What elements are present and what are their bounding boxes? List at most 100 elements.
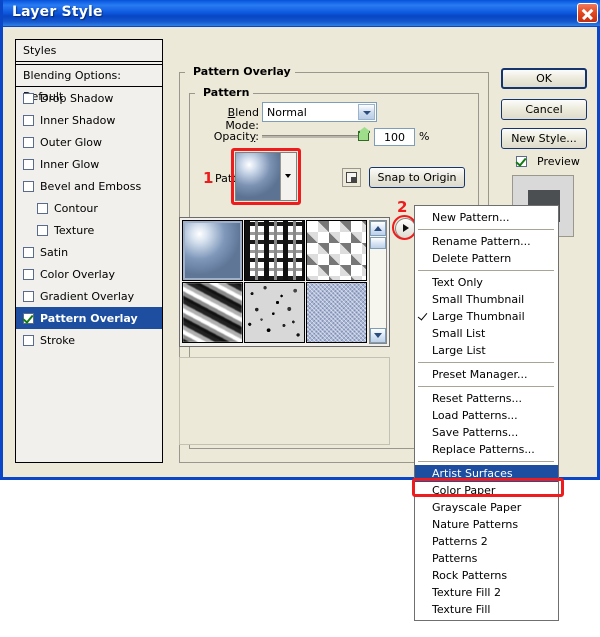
- menu-item-rock-patterns[interactable]: Rock Patterns: [415, 567, 558, 584]
- preview-checkbox[interactable]: [516, 156, 527, 167]
- sidebar-item-inner-shadow[interactable]: Inner Shadow: [16, 109, 162, 131]
- sidebar-item-stroke[interactable]: Stroke: [16, 329, 162, 351]
- menu-item-label: Rock Patterns: [432, 569, 507, 582]
- menu-item-label: Small List: [432, 327, 485, 340]
- menu-item-preset-manager[interactable]: Preset Manager...: [415, 366, 558, 383]
- style-checkbox[interactable]: [23, 115, 34, 126]
- weave-pattern[interactable]: [244, 220, 305, 281]
- sidebar-item-label: Bevel and Emboss: [40, 176, 141, 197]
- window-title: Layer Style: [12, 4, 103, 20]
- chevron-down-icon[interactable]: [358, 104, 375, 120]
- menu-item-label: Text Only: [432, 276, 483, 289]
- menu-item-small-thumbnail[interactable]: Small Thumbnail: [415, 291, 558, 308]
- new-style-button[interactable]: New Style...: [501, 128, 587, 149]
- sidebar-item-texture[interactable]: Texture: [16, 219, 162, 241]
- sidebar-item-bevel-and-emboss[interactable]: Bevel and Emboss: [16, 175, 162, 197]
- sidebar-item-contour[interactable]: Contour: [16, 197, 162, 219]
- menu-item-label: Preset Manager...: [432, 368, 528, 381]
- menu-separator: [418, 229, 554, 230]
- menu-item-large-list[interactable]: Large List: [415, 342, 558, 359]
- close-icon[interactable]: [577, 3, 598, 23]
- blend-mode-label: Blend Mode:: [193, 106, 259, 132]
- sidebar-item-inner-glow[interactable]: Inner Glow: [16, 153, 162, 175]
- link-to-origin-icon[interactable]: [342, 168, 361, 187]
- wave-pattern[interactable]: [182, 282, 243, 343]
- menu-item-delete-pattern[interactable]: Delete Pattern: [415, 250, 558, 267]
- menu-item-nature-patterns[interactable]: Nature Patterns: [415, 516, 558, 533]
- group-line-left: [179, 72, 185, 73]
- menu-item-artist-surfaces[interactable]: Artist Surfaces: [415, 465, 558, 482]
- menu-item-label: Save Patterns...: [432, 426, 518, 439]
- pattern-swatch-picker[interactable]: [235, 152, 297, 201]
- style-checkbox[interactable]: [23, 137, 34, 148]
- style-checkbox[interactable]: [37, 225, 48, 236]
- sidebar-item-label: Pattern Overlay: [40, 308, 138, 329]
- denim-pattern[interactable]: [306, 282, 367, 343]
- grain-pattern[interactable]: [244, 282, 305, 343]
- sidebar-item-gradient-overlay[interactable]: Gradient Overlay: [16, 285, 162, 307]
- opacity-slider-track[interactable]: [262, 135, 365, 138]
- chevron-down-icon[interactable]: [280, 153, 296, 200]
- sidebar-item-satin[interactable]: Satin: [16, 241, 162, 263]
- opacity-input[interactable]: [374, 128, 415, 146]
- style-checkbox[interactable]: [23, 159, 34, 170]
- blend-mode-select[interactable]: Normal: [262, 102, 377, 122]
- pattern-subgroup-title: Pattern: [199, 86, 253, 99]
- right-triangle-icon[interactable]: [395, 218, 416, 239]
- style-checkbox[interactable]: [23, 247, 34, 258]
- styles-items-container: Drop ShadowInner ShadowOuter GlowInner G…: [16, 87, 162, 351]
- snap-to-origin-button[interactable]: Snap to Origin: [369, 167, 465, 188]
- menu-item-label: Grayscale Paper: [432, 501, 521, 514]
- sidebar-item-color-overlay[interactable]: Color Overlay: [16, 263, 162, 285]
- swatch-scrollbar[interactable]: [369, 220, 387, 344]
- menu-item-save-patterns[interactable]: Save Patterns...: [415, 424, 558, 441]
- menu-item-label: Rename Pattern...: [432, 235, 531, 248]
- menu-item-color-paper[interactable]: Color Paper: [415, 482, 558, 499]
- style-checkbox[interactable]: [37, 203, 48, 214]
- menu-item-texture-fill[interactable]: Texture Fill: [415, 601, 558, 618]
- menu-item-load-patterns[interactable]: Load Patterns...: [415, 407, 558, 424]
- scrollbar-thumb[interactable]: [370, 237, 386, 249]
- subgroup-line-right: [251, 93, 479, 94]
- menu-item-grayscale-paper[interactable]: Grayscale Paper: [415, 499, 558, 516]
- selected-pattern-thumbnail: [236, 153, 280, 200]
- style-checkbox[interactable]: [23, 269, 34, 280]
- scroll-down-icon[interactable]: [370, 328, 386, 343]
- annotation-marker-1: 1: [203, 169, 213, 187]
- menu-separator: [418, 362, 554, 363]
- checker-pattern[interactable]: [306, 220, 367, 281]
- blend-mode-value: Normal: [267, 106, 307, 119]
- sidebar-item-label: Contour: [54, 198, 98, 219]
- opacity-label: Opacity:: [193, 130, 259, 143]
- style-checkbox[interactable]: [23, 291, 34, 302]
- cancel-button[interactable]: Cancel: [501, 99, 587, 120]
- menu-item-small-list[interactable]: Small List: [415, 325, 558, 342]
- style-checkbox[interactable]: [23, 313, 34, 324]
- checker-pattern-thumbnail: [307, 221, 366, 280]
- sidebar-item-outer-glow[interactable]: Outer Glow: [16, 131, 162, 153]
- menu-item-patterns-2[interactable]: Patterns 2: [415, 533, 558, 550]
- menu-item-large-thumbnail[interactable]: Large Thumbnail: [415, 308, 558, 325]
- style-checkbox[interactable]: [23, 93, 34, 104]
- bubbles-pattern[interactable]: [182, 220, 243, 281]
- pattern-flyout-menu: New Pattern... Rename Pattern... Delete Pa…: [414, 205, 559, 621]
- menu-item-patterns[interactable]: Patterns: [415, 550, 558, 567]
- menu-item-reset-patterns[interactable]: Reset Patterns...: [415, 390, 558, 407]
- menu-item-new-pattern[interactable]: New Pattern...: [415, 209, 558, 226]
- ok-button[interactable]: OK: [501, 68, 587, 89]
- style-checkbox[interactable]: [23, 335, 34, 346]
- preview-checkbox-row[interactable]: Preview: [516, 155, 580, 168]
- menu-item-replace-patterns[interactable]: Replace Patterns...: [415, 441, 558, 458]
- sidebar-item-label: Inner Shadow: [40, 110, 115, 131]
- blending-options-row[interactable]: Blending Options: Default: [16, 65, 162, 87]
- menu-item-texture-fill-2[interactable]: Texture Fill 2: [415, 584, 558, 601]
- scroll-up-icon[interactable]: [370, 221, 386, 236]
- style-checkbox[interactable]: [23, 181, 34, 192]
- check-icon: [418, 310, 428, 320]
- menu-item-text-only[interactable]: Text Only: [415, 274, 558, 291]
- menu-item-rename-pattern[interactable]: Rename Pattern...: [415, 233, 558, 250]
- annotation-marker-2: 2: [397, 198, 407, 216]
- sidebar-item-pattern-overlay[interactable]: Pattern Overlay: [16, 307, 162, 329]
- opacity-slider-thumb[interactable]: [358, 127, 369, 141]
- weave-pattern-thumbnail: [245, 221, 304, 280]
